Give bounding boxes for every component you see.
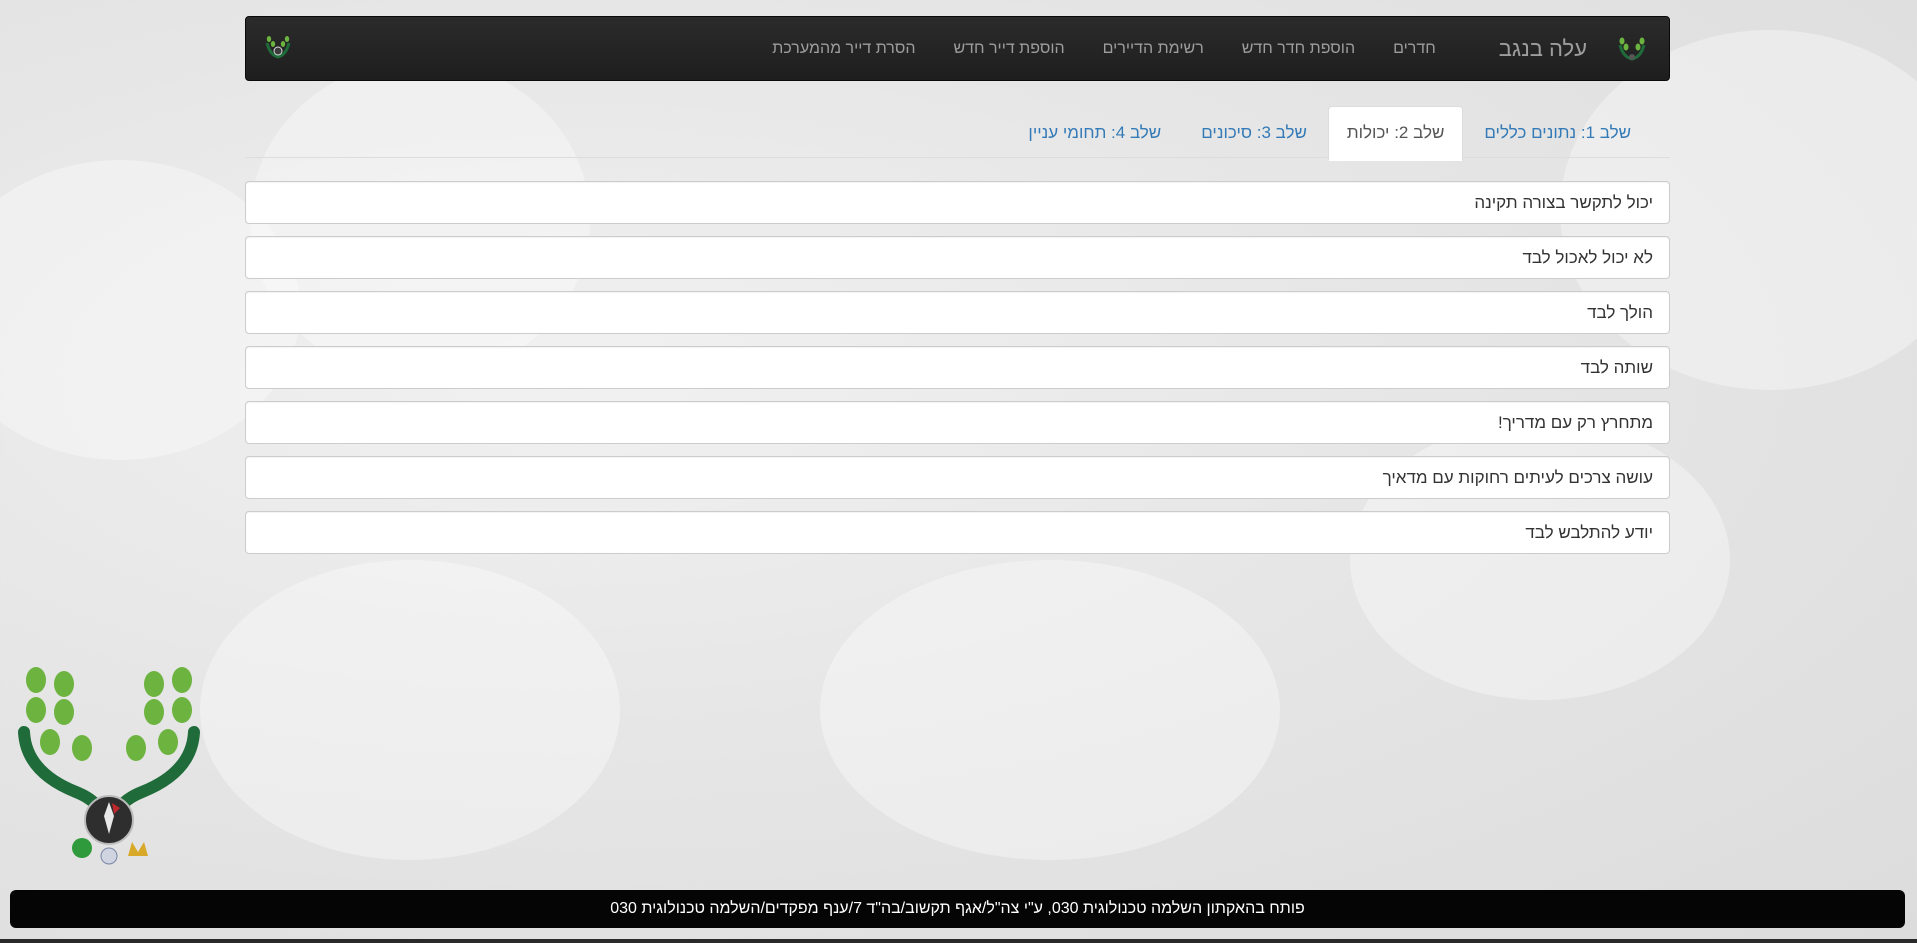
nav-link-add-resident[interactable]: הוספת דייר חדש (934, 16, 1083, 81)
list-item[interactable]: יכול לתקשר בצורה תקינה (245, 181, 1670, 224)
tab-step-3[interactable]: שלב 3: סיכונים (1182, 106, 1326, 159)
tab-step-4[interactable]: שלב 4: תחומי עניין (1009, 106, 1180, 159)
footer-bar: פותח בהאקתון השלמה טכנולוגית 030, ע"י צה… (10, 890, 1905, 928)
nav-link-residents-list[interactable]: רשימת הדיירים (1084, 16, 1223, 81)
list-item[interactable]: לא יכול לאכול לבד (245, 236, 1670, 279)
top-navbar: עלה בנגב חדרים הוספת חדר חדש רשימת הדייר… (245, 16, 1670, 81)
list-item[interactable]: עושה צרכים לעיתים רחוקות עם מדאיך (245, 456, 1670, 499)
footer-text: פותח בהאקתון השלמה טכנולוגית 030, ע"י צה… (610, 900, 1305, 917)
abilities-list: יכול לתקשר בצורה תקינה לא יכול לאכול לבד… (245, 181, 1670, 566)
nav-link-add-room[interactable]: הוספת חדר חדש (1223, 16, 1374, 81)
small-emblem-icon (265, 36, 291, 59)
nav-links: חדרים הוספת חדר חדש רשימת הדיירים הוספת … (753, 17, 1454, 80)
brand-title: עלה בנגב (1498, 35, 1587, 61)
bottom-strip (0, 939, 1917, 943)
brand[interactable]: עלה בנגב (1455, 17, 1647, 80)
list-item[interactable]: מתחרץ רק עם מדריך! (245, 401, 1670, 444)
background-cloud (820, 560, 1280, 860)
list-item[interactable]: שותה לבד (245, 346, 1670, 389)
tab-step-1[interactable]: שלב 1: נתונים כללים (1465, 106, 1650, 159)
organization-emblem-icon (18, 667, 200, 865)
nav-link-remove-resident[interactable]: הסרת דייר מהמערכת (753, 16, 934, 81)
leaf-hands-logo-icon (1618, 37, 1646, 61)
nav-link-rooms[interactable]: חדרים (1374, 16, 1455, 81)
background-cloud (200, 560, 620, 860)
step-tabs: שלב 1: נתונים כללים שלב 2: יכולות שלב 3:… (245, 106, 1670, 161)
list-item[interactable]: הולך לבד (245, 291, 1670, 334)
tab-step-2[interactable]: שלב 2: יכולות (1327, 106, 1464, 161)
list-item[interactable]: יודע להתלבש לבד (245, 511, 1670, 554)
